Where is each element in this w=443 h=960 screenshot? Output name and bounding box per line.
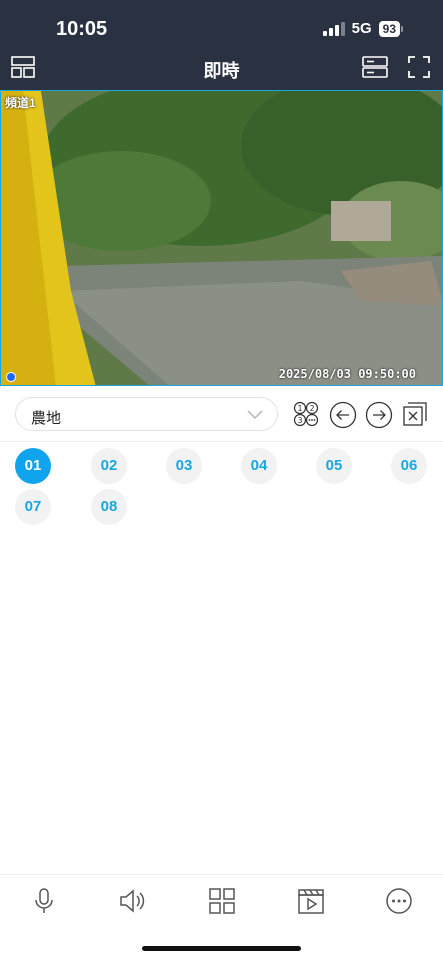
battery-icon: 93 bbox=[378, 20, 403, 37]
recording-indicator bbox=[6, 372, 16, 382]
channel-label: 頻道1 bbox=[5, 96, 36, 110]
prev-icon[interactable] bbox=[329, 401, 357, 429]
svg-text:3: 3 bbox=[297, 416, 302, 425]
channel-controls: 農地 1 2 3 bbox=[0, 386, 443, 442]
chevron-down-icon bbox=[247, 407, 263, 426]
more-icon[interactable] bbox=[385, 887, 413, 915]
signal-icon bbox=[322, 21, 345, 36]
network-type: 5G bbox=[351, 20, 372, 37]
nvr-device-icon[interactable] bbox=[362, 55, 388, 79]
channel-button-08[interactable]: 08 bbox=[91, 489, 127, 525]
speaker-icon[interactable] bbox=[118, 887, 146, 915]
channel-button-06[interactable]: 06 bbox=[391, 448, 427, 484]
top-bar: 10:05 5G 93 即時 bbox=[0, 0, 443, 90]
camera-scene bbox=[1, 91, 442, 385]
channel-button-03[interactable]: 03 bbox=[166, 448, 202, 484]
channel-number-icon[interactable]: 1 2 3 bbox=[293, 401, 321, 429]
fullscreen-icon[interactable] bbox=[407, 55, 433, 79]
channel-button-02[interactable]: 02 bbox=[91, 448, 127, 484]
close-all-icon[interactable] bbox=[402, 401, 430, 429]
channel-button-01[interactable]: 01 bbox=[15, 448, 51, 484]
next-icon[interactable] bbox=[365, 401, 393, 429]
status-indicators: 5G 93 bbox=[322, 20, 403, 37]
group-select[interactable]: 農地 bbox=[15, 397, 278, 431]
grid-icon[interactable] bbox=[208, 887, 236, 915]
microphone-icon[interactable] bbox=[30, 887, 58, 915]
channel-button-05[interactable]: 05 bbox=[316, 448, 352, 484]
video-timestamp: 2025/08/03 09:50:00 bbox=[278, 367, 416, 381]
channel-button-04[interactable]: 04 bbox=[241, 448, 277, 484]
home-indicator bbox=[142, 946, 301, 951]
channel-button-07[interactable]: 07 bbox=[15, 489, 51, 525]
svg-text:1: 1 bbox=[297, 404, 302, 413]
group-select-value: 農地 bbox=[31, 410, 62, 427]
playback-icon[interactable] bbox=[297, 887, 325, 915]
svg-text:2: 2 bbox=[309, 404, 314, 413]
camera-video-view[interactable]: 頻道1 2025/08/03 09:50:00 bbox=[0, 90, 443, 386]
status-time: 10:05 bbox=[56, 18, 108, 40]
battery-level: 93 bbox=[378, 20, 400, 37]
